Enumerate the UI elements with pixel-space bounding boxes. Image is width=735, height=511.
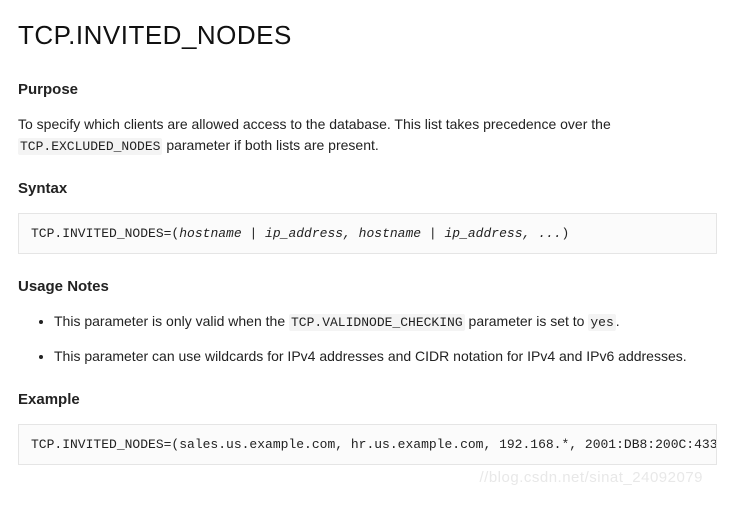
watermark-text: //blog.csdn.net/sinat_24092079 bbox=[480, 467, 704, 490]
example-heading: Example bbox=[18, 389, 717, 412]
example-codeblock[interactable]: TCP.INVITED_NODES=(sales.us.example.com,… bbox=[18, 424, 717, 466]
syntax-code-prefix: TCP.INVITED_NODES=( bbox=[31, 226, 179, 241]
usage-heading: Usage Notes bbox=[18, 276, 717, 299]
syntax-heading: Syntax bbox=[18, 178, 717, 201]
list-item: This parameter can use wildcards for IPv… bbox=[54, 346, 717, 367]
purpose-text-before: To specify which clients are allowed acc… bbox=[18, 116, 611, 132]
usage-item1-code2: yes bbox=[588, 314, 615, 331]
purpose-inline-code: TCP.EXCLUDED_NODES bbox=[18, 138, 162, 155]
syntax-code-params: hostname | ip_address, hostname | ip_add… bbox=[179, 226, 561, 241]
purpose-paragraph: To specify which clients are allowed acc… bbox=[18, 114, 717, 157]
usage-item2-text: This parameter can use wildcards for IPv… bbox=[54, 348, 687, 364]
usage-item1-pre: This parameter is only valid when the bbox=[54, 313, 289, 329]
example-code-text: TCP.INVITED_NODES=(sales.us.example.com,… bbox=[31, 437, 717, 452]
usage-list: This parameter is only valid when the TC… bbox=[18, 311, 717, 368]
purpose-text-after: parameter if both lists are present. bbox=[162, 137, 378, 153]
usage-item1-mid: parameter is set to bbox=[465, 313, 589, 329]
syntax-codeblock: TCP.INVITED_NODES=(hostname | ip_address… bbox=[18, 213, 717, 255]
page-title: TCP.INVITED_NODES bbox=[18, 16, 717, 55]
purpose-heading: Purpose bbox=[18, 79, 717, 102]
syntax-code-suffix: ) bbox=[562, 226, 570, 241]
list-item: This parameter is only valid when the TC… bbox=[54, 311, 717, 333]
usage-item1-code1: TCP.VALIDNODE_CHECKING bbox=[289, 314, 465, 331]
usage-item1-post: . bbox=[616, 313, 620, 329]
